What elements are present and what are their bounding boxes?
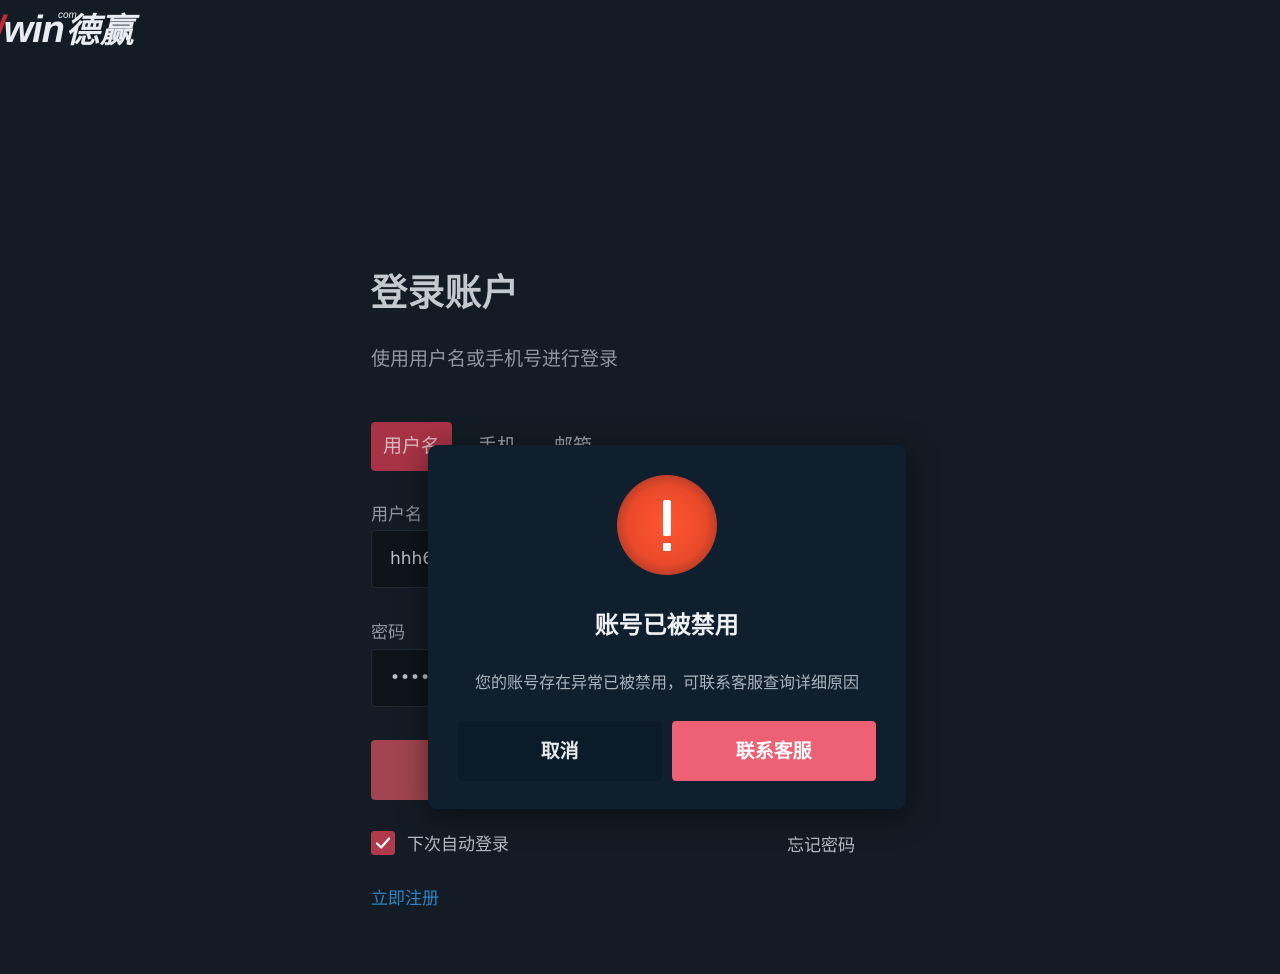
login-title: 登录账户 bbox=[371, 271, 519, 314]
exclamation-bar bbox=[663, 500, 671, 536]
username-label: 用户名 bbox=[371, 505, 422, 525]
password-label: 密码 bbox=[371, 623, 405, 643]
forgot-password-link[interactable]: 忘记密码 bbox=[787, 831, 855, 856]
remember-label: 下次自动登录 bbox=[407, 835, 509, 855]
exclamation-dot bbox=[663, 543, 671, 551]
login-subtitle: 使用用户名或手机号进行登录 bbox=[371, 348, 619, 370]
site-logo[interactable]: /win com 德赢 bbox=[0, 8, 134, 52]
remember-me[interactable]: 下次自动登录 bbox=[371, 830, 509, 855]
logo-wordmark: /win bbox=[0, 9, 65, 51]
warning-icon bbox=[617, 475, 717, 575]
dialog-message: 您的账号存在异常已被禁用，可联系客服查询详细原因 bbox=[474, 673, 859, 692]
login-form: 登录账户 使用用户名或手机号进行登录 用户名 手机 邮箱 用户名 hhh6 密码… bbox=[371, 268, 855, 909]
cancel-button[interactable]: 取消 bbox=[458, 721, 662, 781]
check-icon bbox=[375, 836, 391, 849]
dialog-title: 账号已被禁用 bbox=[595, 611, 739, 639]
contact-support-button[interactable]: 联系客服 bbox=[672, 721, 876, 781]
register-link[interactable]: 立即注册 bbox=[371, 884, 439, 909]
remember-checkbox[interactable] bbox=[371, 830, 395, 855]
account-disabled-dialog: 账号已被禁用 您的账号存在异常已被禁用，可联系客服查询详细原因 取消 联系客服 bbox=[428, 445, 906, 809]
logo-com-label: com bbox=[58, 10, 77, 21]
